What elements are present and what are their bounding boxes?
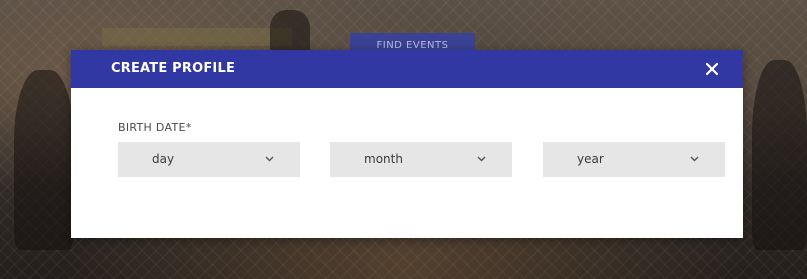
close-icon (705, 62, 719, 76)
month-select-value: month (364, 152, 403, 166)
create-profile-modal: CREATE PROFILE BIRTH DATE* day month yea… (71, 50, 743, 238)
background-figure (14, 70, 74, 250)
month-select[interactable]: month (330, 142, 512, 177)
background-figure (270, 10, 310, 55)
chevron-down-icon (265, 156, 274, 162)
chevron-down-icon (477, 156, 486, 162)
birth-date-label: BIRTH DATE* (118, 121, 192, 134)
background-figure (752, 60, 807, 250)
year-select[interactable]: year (543, 142, 725, 177)
day-select[interactable]: day (118, 142, 300, 177)
modal-header: CREATE PROFILE (71, 50, 743, 88)
modal-title: CREATE PROFILE (111, 61, 236, 76)
chevron-down-icon (690, 156, 699, 162)
year-select-value: year (577, 152, 604, 166)
close-button[interactable] (703, 60, 721, 78)
background-banner (102, 28, 292, 46)
day-select-value: day (152, 152, 175, 166)
